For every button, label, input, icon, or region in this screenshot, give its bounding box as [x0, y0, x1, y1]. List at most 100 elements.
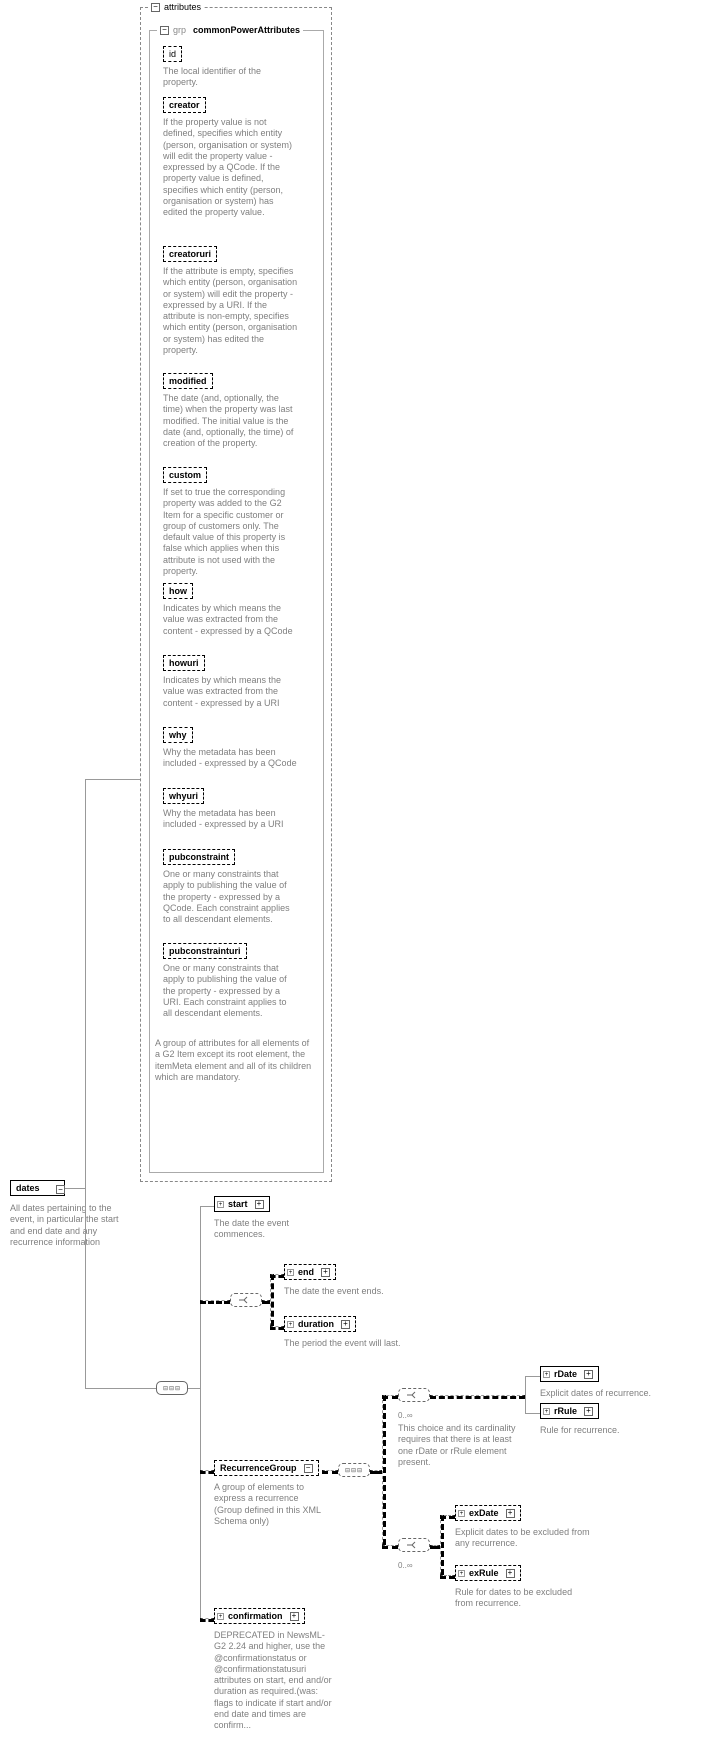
plus-icon[interactable]: +: [321, 1268, 330, 1277]
start-element[interactable]: + start +: [214, 1196, 270, 1212]
connector-line: [440, 1575, 455, 1579]
end-desc: The date the event ends.: [284, 1286, 384, 1297]
connector-line: [85, 779, 140, 780]
attr-howuri-desc: Indicates by which means the value was e…: [163, 675, 298, 709]
cardinality-label-2: 0..∞: [398, 1561, 413, 1571]
choice-connector: [230, 1293, 262, 1307]
connector-line: [200, 1618, 214, 1622]
choice-connector-rdate-rrule: [398, 1388, 430, 1402]
attr-custom-desc: If set to true the corresponding propert…: [163, 487, 298, 577]
rdate-element[interactable]: + rDate +: [540, 1366, 599, 1382]
plus-icon[interactable]: +: [584, 1370, 593, 1379]
connector-line: [430, 1395, 525, 1399]
attributes-label: attributes: [164, 2, 201, 12]
dates-label: dates: [16, 1183, 40, 1193]
connector-line: [139, 1388, 156, 1389]
connector-line: [65, 1188, 85, 1189]
sequence-connector: ⊟⊟⊟: [338, 1463, 370, 1477]
exdate-desc: Explicit dates to be excluded from any r…: [455, 1527, 590, 1550]
attr-whyuri-desc: Why the metadata has been included - exp…: [163, 808, 298, 831]
attr-pubconstraint-desc: One or many constraints that apply to pu…: [163, 869, 298, 925]
attr-id[interactable]: id: [163, 46, 182, 62]
connector-line: [85, 1388, 140, 1389]
attr-modified-desc: The date (and, optionally, the time) whe…: [163, 393, 298, 449]
connector-line: [382, 1545, 398, 1549]
rrule-desc: Rule for recurrence.: [540, 1425, 620, 1436]
exdate-element[interactable]: + exDate +: [455, 1505, 521, 1521]
connector-line: [262, 1300, 270, 1304]
minus-icon[interactable]: −: [56, 1185, 65, 1194]
minus-icon[interactable]: −: [160, 26, 169, 35]
exrule-element[interactable]: + exRule +: [455, 1565, 521, 1581]
attr-pubconstrainturi-desc: One or many constraints that apply to pu…: [163, 963, 298, 1019]
connector-line: [430, 1545, 440, 1549]
connector-line: [382, 1395, 398, 1399]
connector-line: [525, 1413, 540, 1414]
connector-line: [200, 1206, 214, 1207]
connector-line: [85, 779, 86, 1388]
grp-header: − grp commonPowerAttributes: [157, 24, 303, 36]
plus-icon[interactable]: +: [506, 1509, 515, 1518]
minus-icon[interactable]: −: [151, 3, 160, 12]
confirmation-desc: DEPRECATED in NewsML-G2 2.24 and higher,…: [214, 1630, 334, 1731]
attr-id-desc: The local identifier of the property.: [163, 66, 298, 89]
recurrence-group[interactable]: RecurrenceGroup −: [214, 1460, 319, 1476]
dates-element[interactable]: dates −: [10, 1180, 65, 1196]
connector-line: [322, 1470, 338, 1474]
connector-line: [525, 1376, 540, 1377]
recurrence-desc: A group of elements to express a recurre…: [214, 1482, 324, 1527]
connector-line: [440, 1515, 444, 1575]
start-desc: The date the event commences.: [214, 1218, 324, 1241]
attr-how-desc: Indicates by which means the value was e…: [163, 603, 298, 637]
attr-modified[interactable]: modified: [163, 373, 213, 389]
attr-custom[interactable]: custom: [163, 467, 207, 483]
attr-creator[interactable]: creator: [163, 97, 206, 113]
connector-line: [270, 1274, 284, 1278]
duration-desc: The period the event will last.: [284, 1338, 401, 1349]
sequence-connector: ⊟⊟⊟: [156, 1381, 188, 1395]
duration-element[interactable]: + duration +: [284, 1316, 356, 1332]
attr-creatoruri-desc: If the attribute is empty, specifies whi…: [163, 266, 298, 356]
attr-how[interactable]: how: [163, 583, 193, 599]
attr-howuri[interactable]: howuri: [163, 655, 205, 671]
attr-pubconstraint[interactable]: pubconstraint: [163, 849, 235, 865]
attr-why[interactable]: why: [163, 727, 193, 743]
plus-icon[interactable]: +: [506, 1569, 515, 1578]
dates-desc: All dates pertaining to the event, in pa…: [10, 1203, 120, 1248]
attributes-label-box: − attributes: [148, 1, 204, 13]
connector-line: [440, 1515, 455, 1519]
choice-desc: This choice and its cardinality requires…: [398, 1423, 518, 1468]
plus-icon[interactable]: +: [290, 1612, 299, 1621]
connector-line: [200, 1300, 230, 1304]
rdate-desc: Explicit dates of recurrence.: [540, 1388, 651, 1399]
attr-whyuri[interactable]: whyuri: [163, 788, 204, 804]
connector-line: [382, 1395, 386, 1545]
confirmation-element[interactable]: + confirmation +: [214, 1608, 305, 1624]
end-element[interactable]: + end +: [284, 1264, 336, 1280]
rrule-element[interactable]: + rRule +: [540, 1403, 599, 1419]
plus-icon[interactable]: +: [341, 1320, 350, 1329]
exrule-desc: Rule for dates to be excluded from recur…: [455, 1587, 590, 1610]
connector-line: [525, 1376, 526, 1414]
attr-pubconstrainturi[interactable]: pubconstrainturi: [163, 943, 247, 959]
connector-line: [200, 1470, 214, 1474]
attr-why-desc: Why the metadata has been included - exp…: [163, 747, 298, 770]
connector-line: [270, 1274, 274, 1326]
choice-connector-exdate-exrule: [398, 1538, 430, 1552]
choice-icon: [405, 1540, 423, 1550]
connector-line: [370, 1470, 382, 1474]
grp-label: commonPowerAttributes: [193, 25, 300, 35]
attr-creatoruri[interactable]: creatoruri: [163, 246, 217, 262]
choice-icon: [237, 1295, 255, 1305]
minus-icon[interactable]: −: [304, 1464, 313, 1473]
attr-creator-desc: If the property value is not defined, sp…: [163, 117, 298, 218]
cardinality-label: 0..∞: [398, 1411, 413, 1421]
plus-icon[interactable]: +: [255, 1200, 264, 1209]
grp-desc: A group of attributes for all elements o…: [155, 1038, 315, 1083]
connector-line: [188, 1388, 200, 1389]
choice-icon: [405, 1390, 423, 1400]
connector-line: [270, 1326, 284, 1330]
plus-icon[interactable]: +: [584, 1407, 593, 1416]
connector-line: [200, 1206, 201, 1618]
grp-prefix: grp: [173, 25, 186, 35]
